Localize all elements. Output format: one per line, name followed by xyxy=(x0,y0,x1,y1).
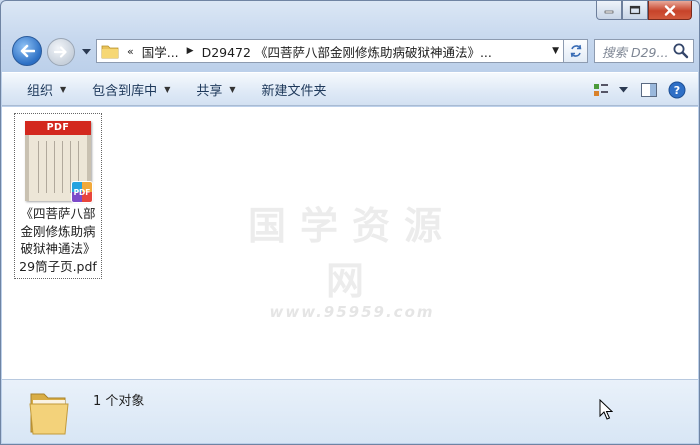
view-options-icon xyxy=(594,84,608,96)
search-box[interactable]: 搜索 D29... xyxy=(594,39,694,63)
new-folder-button[interactable]: 新建文件夹 xyxy=(249,76,340,102)
breadcrumb-overflow[interactable]: « xyxy=(127,45,134,58)
chevron-down-icon: ▼ xyxy=(164,84,171,94)
back-arrow-icon xyxy=(20,44,35,58)
chevron-down-icon: ▼ xyxy=(60,84,67,94)
svg-text:?: ? xyxy=(674,84,680,97)
watermark-title: 国学资源网 xyxy=(247,204,456,303)
include-in-library-label: 包含到库中 xyxy=(92,83,158,99)
watermark: 国学资源网 www.95959.com xyxy=(242,195,462,321)
chevron-down-icon xyxy=(618,87,628,93)
file-list-area[interactable]: 国学资源网 www.95959.com PDF PDF 《四菩萨八部金刚修炼助病… xyxy=(2,107,698,379)
file-name[interactable]: 《四菩萨八部金刚修炼助病破狱神通法》29筒子页.pdf xyxy=(17,205,99,275)
view-dropdown-button[interactable] xyxy=(612,77,634,103)
search-input[interactable]: 搜索 D29... xyxy=(595,42,672,61)
search-icon[interactable] xyxy=(672,42,690,60)
minimize-button[interactable] xyxy=(596,1,622,20)
close-icon xyxy=(664,4,676,16)
breadcrumb-item-current[interactable]: D29472 《四菩萨八部金刚修炼助病破狱神通法》... xyxy=(202,42,492,61)
breadcrumb: « 国学... ▶ D29472 《四菩萨八部金刚修炼助病破狱神通法》... xyxy=(119,42,492,61)
caption-buttons xyxy=(596,1,692,20)
maximize-icon xyxy=(629,5,641,15)
close-button[interactable] xyxy=(648,1,692,20)
chevron-down-icon xyxy=(81,49,91,55)
minimize-icon xyxy=(604,10,614,14)
folder-icon xyxy=(29,393,69,435)
organize-menu[interactable]: 组织 ▼ xyxy=(14,76,79,102)
change-view-button[interactable] xyxy=(590,77,612,103)
breadcrumb-separator-icon[interactable]: ▶ xyxy=(187,46,194,56)
explorer-window: « 国学... ▶ D29472 《四菩萨八部金刚修炼助病破狱神通法》... ▼… xyxy=(0,0,700,445)
address-bar[interactable]: « 国学... ▶ D29472 《四菩萨八部金刚修炼助病破狱神通法》... ▼ xyxy=(96,39,564,63)
thumbnail-header: PDF xyxy=(25,121,91,135)
include-in-library-menu[interactable]: 包含到库中 ▼ xyxy=(79,76,183,102)
preview-pane-icon xyxy=(641,83,657,97)
details-pane: 1 个对象 xyxy=(2,379,698,443)
file-item[interactable]: PDF PDF 《四菩萨八部金刚修炼助病破狱神通法》29筒子页.pdf xyxy=(14,113,102,279)
command-toolbar: 组织 ▼ 包含到库中 ▼ 共享 ▼ 新建文件夹 ? xyxy=(2,72,698,106)
refresh-icon xyxy=(570,44,581,58)
back-button[interactable] xyxy=(12,36,42,66)
share-label: 共享 xyxy=(196,83,223,99)
breadcrumb-item-parent[interactable]: 国学... xyxy=(142,42,179,61)
forward-button[interactable] xyxy=(47,38,75,66)
maximize-button[interactable] xyxy=(622,1,648,20)
watermark-url: www.95959.com xyxy=(269,303,435,321)
address-dropdown-icon[interactable]: ▼ xyxy=(552,46,559,56)
new-folder-label: 新建文件夹 xyxy=(261,83,327,99)
organize-label: 组织 xyxy=(27,83,54,99)
share-menu[interactable]: 共享 ▼ xyxy=(183,76,248,102)
recent-pages-button[interactable] xyxy=(80,46,92,58)
navigation-bar: « 国学... ▶ D29472 《四菩萨八部金刚修炼助病破狱神通法》... ▼… xyxy=(9,34,694,66)
mouse-cursor-icon xyxy=(599,399,613,420)
item-count: 1 个对象 xyxy=(93,394,145,409)
forward-arrow-icon xyxy=(54,46,67,58)
pdf-badge-icon: PDF xyxy=(71,181,93,203)
refresh-button[interactable] xyxy=(564,39,588,63)
help-icon: ? xyxy=(668,81,686,99)
chevron-down-icon: ▼ xyxy=(229,84,236,94)
help-button[interactable]: ? xyxy=(664,77,690,103)
folder-icon xyxy=(101,45,119,59)
preview-pane-button[interactable] xyxy=(634,77,664,103)
